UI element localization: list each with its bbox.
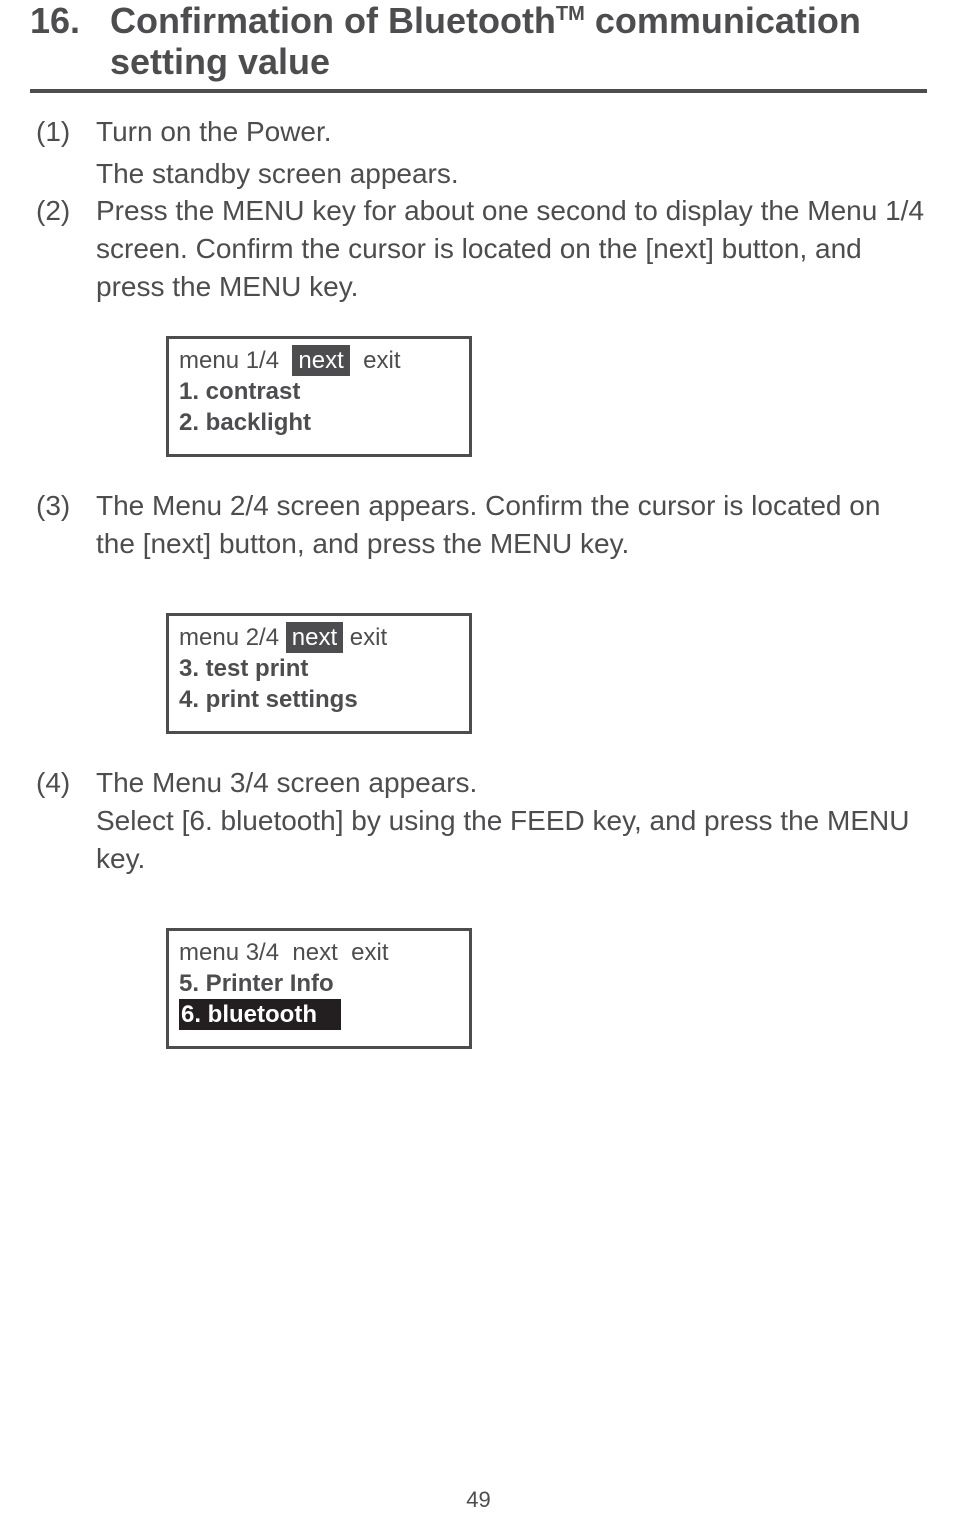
lcd1-item1: 1. contrast [179, 376, 459, 407]
step-3: (3) The Menu 2/4 screen appears. Confirm… [36, 487, 927, 563]
lcd1-row1: menu 1/4 next exit [179, 345, 459, 376]
heading-divider [30, 89, 927, 93]
lcd3-item2-selected: 6. bluetooth [179, 999, 341, 1030]
lcd2-item1: 3. test print [179, 653, 459, 684]
lcd3-next-label: next [292, 939, 337, 966]
lcd-screen-1: menu 1/4 next exit 1. contrast 2. backli… [166, 336, 472, 458]
step-1-number: (1) [36, 113, 96, 151]
lcd-screen-3: menu 3/4 next exit 5. Printer Info 6. bl… [166, 928, 472, 1050]
step-4: (4) The Menu 3/4 screen appears. Select … [36, 764, 927, 877]
lcd3-row1: menu 3/4 next exit [179, 937, 459, 968]
step-3-text: The Menu 2/4 screen appears. Confirm the… [96, 487, 927, 563]
lcd-screen-2: menu 2/4 next exit 3. test print 4. prin… [166, 613, 472, 735]
lcd1-menu-label: menu 1/4 [179, 347, 279, 374]
step-1: (1) Turn on the Power. [36, 113, 927, 151]
section-heading: 16. Confirmation of BluetoothTM communic… [30, 0, 927, 83]
lcd3-item1: 5. Printer Info [179, 968, 459, 999]
title-line1a: Confirmation of Bluetooth [110, 0, 556, 41]
step-3-number: (3) [36, 487, 96, 563]
lcd3-exit-label: exit [351, 939, 388, 966]
step-4-line2: Select [6. bluetooth] by using the FEED … [96, 802, 927, 878]
title-line2: setting value [110, 41, 330, 82]
lcd1-next-button: next [292, 345, 349, 376]
step-1-line1: Turn on the Power. [96, 113, 927, 151]
lcd1-exit-label: exit [363, 347, 400, 374]
lcd2-next-button: next [286, 622, 343, 653]
page-number: 49 [0, 1487, 957, 1513]
lcd2-row1: menu 2/4 next exit [179, 622, 459, 653]
step-1-line2: The standby screen appears. [36, 155, 927, 193]
lcd2-item2: 4. print settings [179, 684, 459, 715]
title-line1b: communication [585, 0, 861, 41]
section-number: 16. [30, 0, 110, 42]
lcd1-item2: 2. backlight [179, 407, 459, 438]
lcd3-menu-label: menu 3/4 [179, 939, 279, 966]
step-4-line1: The Menu 3/4 screen appears. [96, 764, 927, 802]
lcd2-exit-label: exit [350, 624, 387, 651]
lcd2-menu-label: menu 2/4 [179, 624, 279, 651]
step-2: (2) Press the MENU key for about one sec… [36, 192, 927, 305]
trademark-symbol: TM [556, 3, 585, 25]
step-2-text: Press the MENU key for about one second … [96, 192, 927, 305]
step-2-number: (2) [36, 192, 96, 305]
section-title: Confirmation of BluetoothTM communicatio… [110, 0, 861, 83]
step-4-number: (4) [36, 764, 96, 877]
body-text: (1) Turn on the Power. The standby scree… [30, 113, 927, 1050]
